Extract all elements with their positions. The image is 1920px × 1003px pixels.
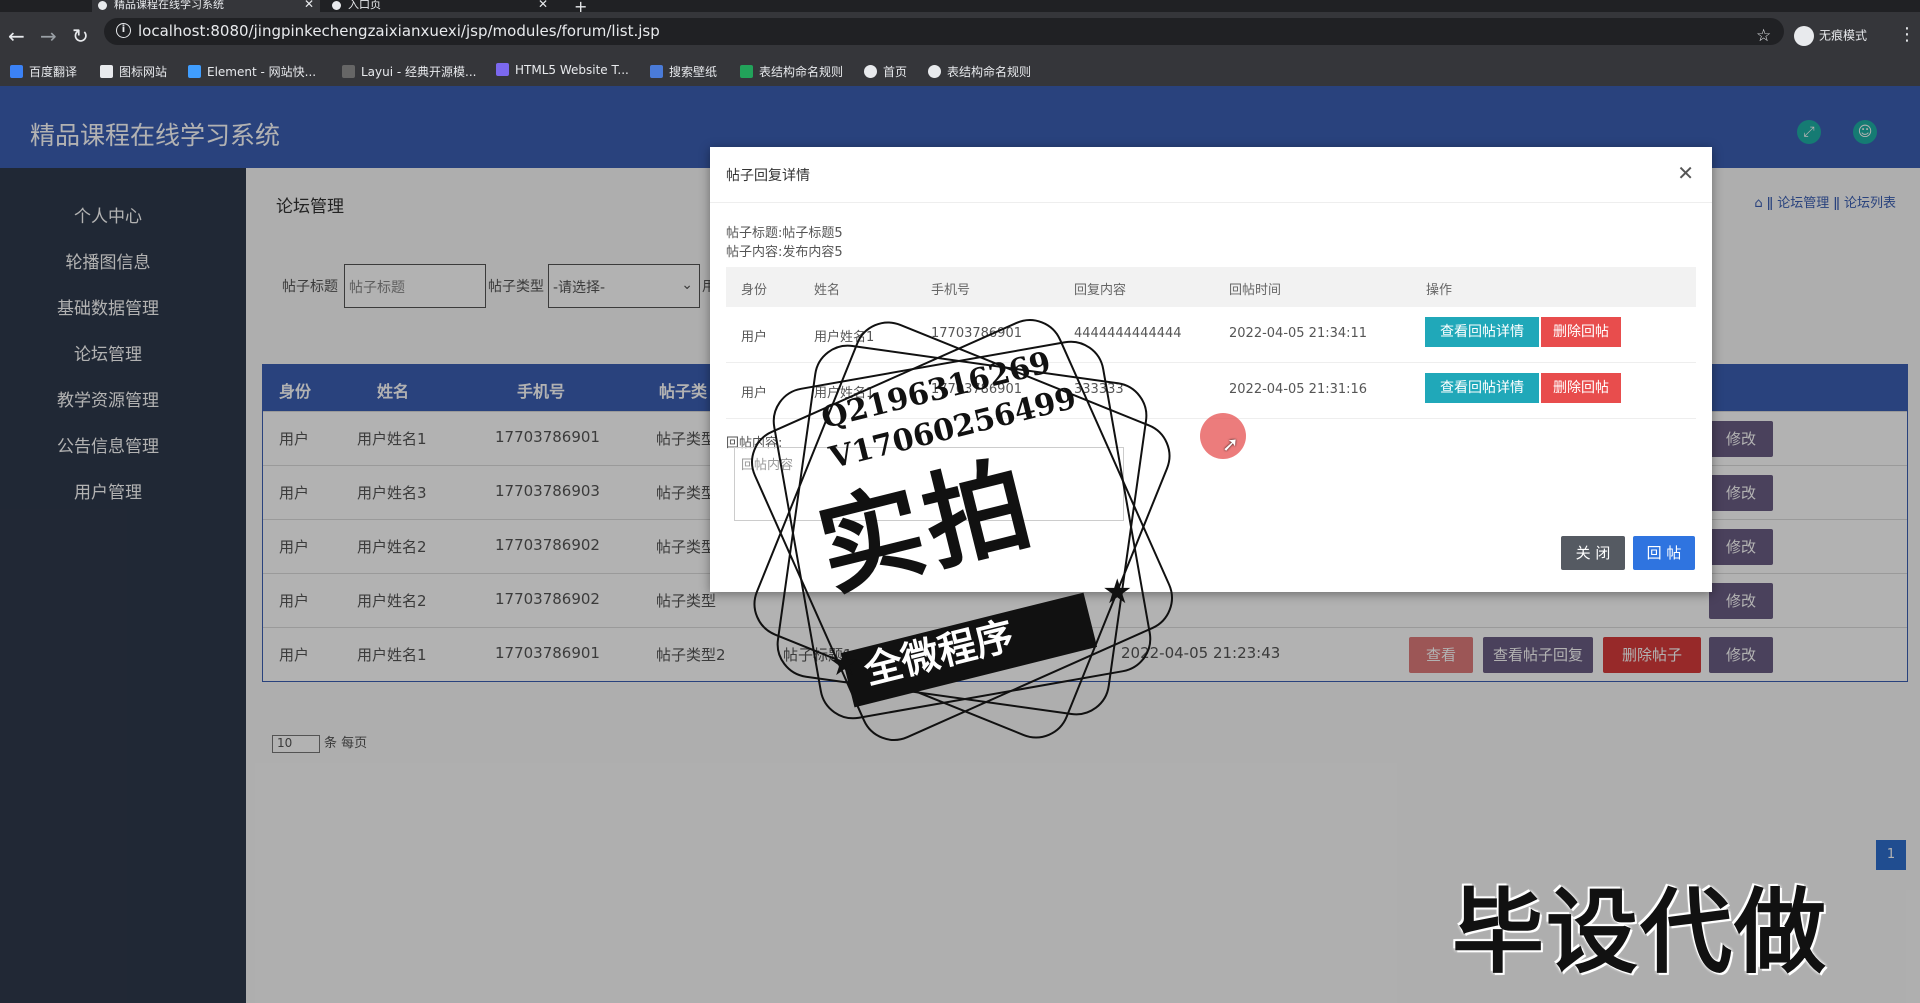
site-info-icon[interactable]: i (116, 23, 131, 38)
incognito-badge[interactable]: 无痕模式 (1794, 26, 1867, 46)
bookmark-item[interactable]: 表结构命名规则 (928, 63, 1031, 80)
promo-stamp: Q2196316269 V17060256499 实拍 全微程序 ★ ★ (724, 292, 1200, 760)
flag-icon (100, 65, 113, 78)
close-button[interactable]: 关 闭 (1561, 536, 1625, 570)
address-bar[interactable]: i localhost:8080/jingpinkechengzaixianxu… (104, 18, 1784, 45)
tab-close-icon[interactable]: ✕ (304, 0, 314, 10)
bookmark-item[interactable]: 搜索壁纸 (650, 63, 717, 80)
bookmark-item[interactable]: 百度翻译 (10, 63, 77, 80)
translate-icon (10, 65, 23, 78)
star-icon: ★ (1102, 572, 1133, 612)
globe-icon (864, 65, 877, 78)
table-icon (740, 65, 753, 78)
forward-icon[interactable]: → (40, 26, 57, 46)
view-reply-button[interactable]: 查看回帖详情 (1425, 317, 1539, 347)
bookmark-item[interactable]: HTML5 Website T... (496, 63, 629, 77)
bookmarks-bar: 百度翻译 图标网站 Element - 网站快... Layui - 经典开源模… (0, 56, 1920, 86)
wallpaper-icon (650, 65, 663, 78)
delete-reply-button[interactable]: 删除回帖 (1541, 373, 1621, 403)
view-reply-button[interactable]: 查看回帖详情 (1425, 373, 1539, 403)
bookmark-item[interactable]: Element - 网站快... (188, 63, 316, 80)
close-icon[interactable]: ✕ (1677, 161, 1694, 185)
post-content-text: 帖子内容:发布内容5 (726, 245, 843, 260)
globe-icon (928, 65, 941, 78)
bookmark-item[interactable]: 图标网站 (100, 63, 167, 80)
mouse-pointer-icon: ➚ (1222, 432, 1239, 456)
reply-button[interactable]: 回 帖 (1633, 536, 1695, 570)
watermark-text: 毕设代做 (1452, 879, 1829, 986)
tab-favicon-icon (332, 1, 341, 10)
column-header: 操作 (1426, 283, 1453, 298)
reload-icon[interactable]: ↻ (72, 26, 89, 46)
delete-reply-button[interactable]: 删除回帖 (1541, 317, 1621, 347)
modal-header: 帖子回复详情 ✕ (710, 147, 1712, 203)
bookmark-item[interactable]: 首页 (864, 63, 907, 80)
browser-menu-icon[interactable]: ⋮ (1898, 24, 1916, 45)
tab-close-icon[interactable]: ✕ (538, 0, 548, 10)
bookmark-item[interactable]: Layui - 经典开源模... (342, 63, 476, 80)
html5-icon (496, 63, 509, 76)
layui-icon (342, 65, 355, 78)
url-text[interactable]: localhost:8080/jingpinkechengzaixianxuex… (138, 22, 660, 40)
column-header: 回帖时间 (1229, 283, 1282, 298)
star-icon: ★ (829, 644, 860, 684)
post-title-text: 帖子标题:帖子标题5 (726, 226, 843, 241)
bookmark-star-icon[interactable]: ☆ (1756, 26, 1771, 46)
bookmark-item[interactable]: 表结构命名规则 (740, 63, 843, 80)
incognito-icon (1794, 26, 1814, 46)
browser-tabstrip: 精品课程在线学习系统 ✕ 入口页 ✕ + (0, 0, 1920, 16)
browser-tab[interactable]: 入口页 ✕ (326, 0, 554, 12)
back-icon[interactable]: ← (8, 26, 25, 46)
element-icon (188, 65, 201, 78)
browser-tab-active[interactable]: 精品课程在线学习系统 ✕ (92, 0, 320, 12)
tab-favicon-icon (98, 1, 107, 10)
modal-title: 帖子回复详情 (726, 168, 810, 184)
